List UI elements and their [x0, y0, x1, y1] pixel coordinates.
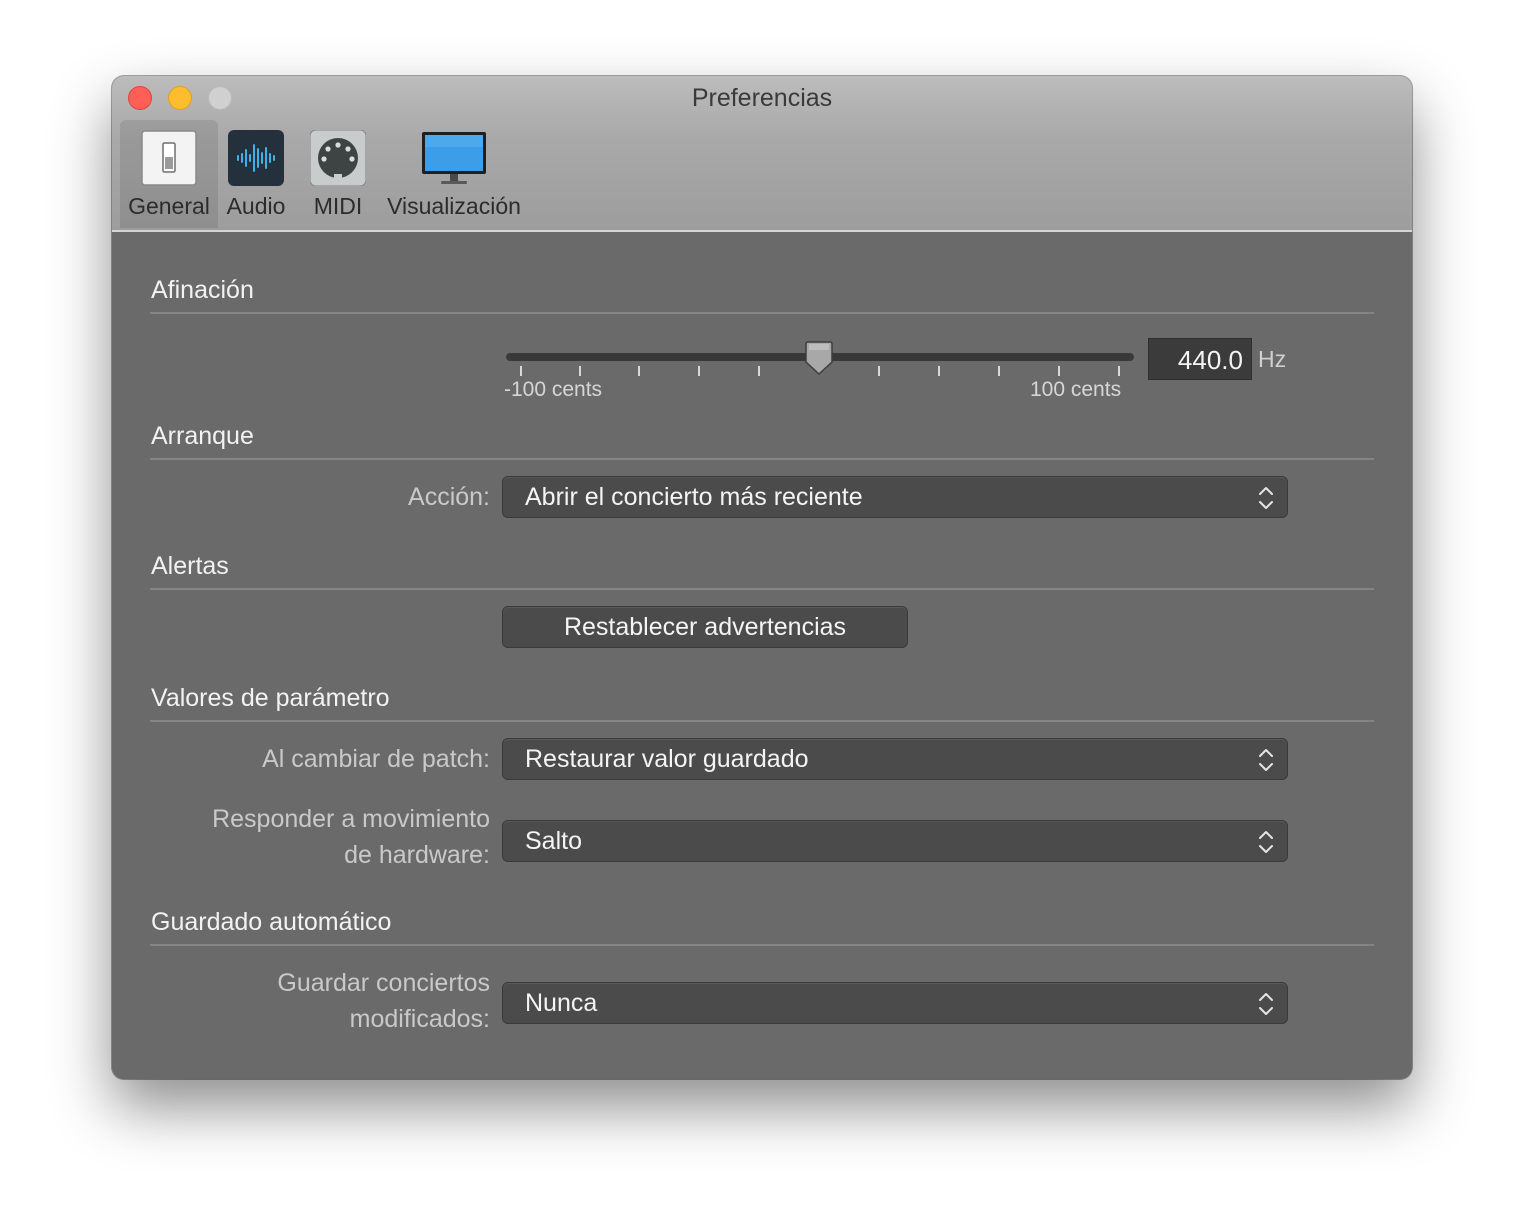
action-popup-value: Abrir el concierto más reciente: [525, 483, 863, 511]
slider-tick: [938, 366, 940, 376]
reset-warnings-button[interactable]: Restablecer advertencias: [502, 606, 908, 648]
up-down-chevron-icon: [1257, 828, 1275, 868]
slider-tick: [698, 366, 700, 376]
tab-general-label: General: [128, 193, 210, 219]
slider-max-label: 100 cents: [1030, 378, 1122, 401]
midi-connector-icon: [309, 129, 367, 192]
waveform-icon: [228, 130, 284, 192]
slider-thumb[interactable]: [805, 340, 833, 381]
tab-audio[interactable]: Audio: [220, 120, 292, 228]
hardware-motion-label-line1: Responder a movimiento: [212, 805, 490, 833]
action-popup[interactable]: Abrir el concierto más reciente: [502, 476, 1288, 518]
autosave-label-line2: modificados:: [349, 1005, 490, 1033]
section-title-alerts: Alertas: [151, 552, 229, 580]
tab-visualizacion[interactable]: Visualización: [382, 120, 526, 228]
slider-tick: [579, 366, 581, 376]
slider-min-label: -100 cents: [504, 378, 603, 401]
up-down-chevron-icon: [1257, 484, 1275, 524]
section-divider: [150, 312, 1374, 314]
section-title-tuning: Afinación: [151, 276, 254, 304]
slider-tick: [878, 366, 880, 376]
tab-midi-label: MIDI: [313, 193, 363, 219]
section-divider: [150, 458, 1374, 460]
title-bar: Preferencias General Audio MIDI Visualiz…: [112, 76, 1412, 232]
hardware-motion-popup-value: Salto: [525, 827, 582, 855]
section-divider: [150, 944, 1374, 946]
slider-tick: [998, 366, 1000, 376]
hardware-motion-popup[interactable]: Salto: [502, 820, 1288, 862]
section-divider: [150, 720, 1374, 722]
action-label: Acción:: [408, 483, 490, 511]
tab-audio-label: Audio: [226, 193, 286, 219]
tab-visualizacion-label: Visualización: [387, 193, 521, 219]
tab-midi[interactable]: MIDI: [300, 120, 376, 228]
autosave-popup[interactable]: Nunca: [502, 982, 1288, 1024]
preferences-window: Preferencias General Audio MIDI Visualiz…: [112, 76, 1412, 1079]
slider-tick: [520, 366, 522, 376]
slider-tick: [1058, 366, 1060, 376]
patch-change-popup[interactable]: Restaurar valor guardado: [502, 738, 1288, 780]
up-down-chevron-icon: [1257, 746, 1275, 786]
autosave-label: Guardar conciertos modificados:: [277, 965, 490, 1037]
slider-tick: [1118, 366, 1120, 376]
switch-icon: [141, 130, 197, 192]
hardware-motion-label: Responder a movimiento de hardware:: [212, 801, 490, 873]
patch-change-label: Al cambiar de patch:: [262, 745, 490, 773]
window-title: Preferencias: [691, 84, 833, 112]
section-title-autosave: Guardado automático: [151, 908, 392, 936]
autosave-label-line1: Guardar conciertos: [277, 969, 490, 997]
slider-tick: [638, 366, 640, 376]
display-icon: [421, 130, 487, 194]
section-title-parameters: Valores de parámetro: [151, 684, 390, 712]
hardware-motion-label-line2: de hardware:: [344, 841, 490, 869]
tab-general[interactable]: General: [120, 120, 218, 228]
section-divider: [150, 588, 1374, 590]
section-title-startup: Arranque: [151, 422, 254, 450]
frequency-unit: Hz: [1258, 346, 1287, 372]
autosave-popup-value: Nunca: [525, 989, 598, 1017]
frequency-field[interactable]: 440.0: [1148, 338, 1252, 380]
up-down-chevron-icon: [1257, 990, 1275, 1030]
patch-change-popup-value: Restaurar valor guardado: [525, 745, 809, 773]
slider-tick: [758, 366, 760, 376]
